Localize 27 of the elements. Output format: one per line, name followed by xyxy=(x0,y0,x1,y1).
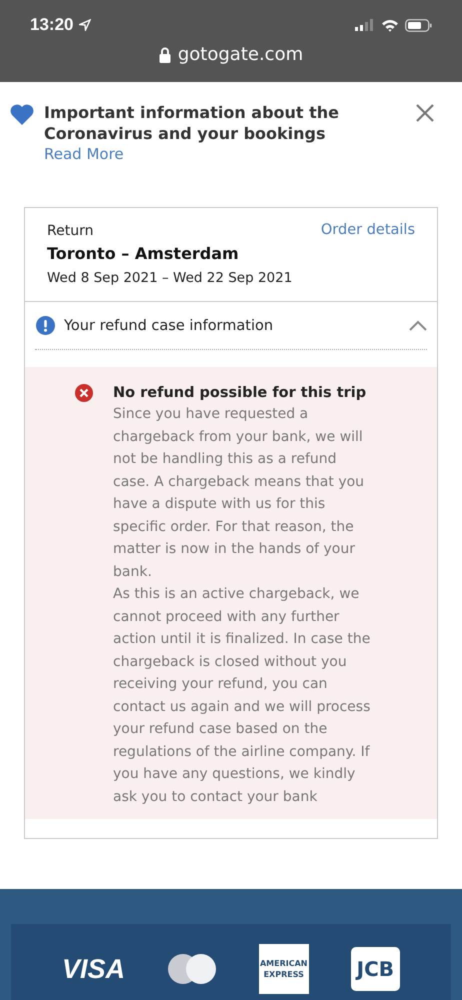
jcb-logo: JCB xyxy=(350,947,400,991)
mastercard-logo xyxy=(166,953,217,985)
url-text[interactable]: gotogate.com xyxy=(178,44,304,65)
error-icon xyxy=(75,384,93,402)
message-title: No refund possible for this trip xyxy=(113,384,368,403)
trip-type: Return xyxy=(47,222,94,241)
refund-section-header[interactable]: Your refund case information xyxy=(25,302,437,349)
visa-logo: VISA xyxy=(62,954,125,984)
heart-icon xyxy=(10,104,34,125)
read-more-link[interactable]: Read More xyxy=(44,145,124,163)
chevron-icon xyxy=(409,320,427,331)
close-icon[interactable] xyxy=(416,104,434,122)
trip-dates: Wed 8 Sep 2021 – Wed 22 Sep 2021 xyxy=(47,269,292,288)
amex-logo: AMERICAN EXPRESS xyxy=(258,944,309,994)
lock-icon xyxy=(158,46,171,62)
section-title: Your refund case information xyxy=(64,318,274,334)
signal-icon xyxy=(355,19,375,31)
order-details-link[interactable]: Order details xyxy=(320,222,415,238)
message-paragraph: Since you have requested a chargeback from your bank, we will not be handling this as a refund case. A chargeback means that you have a dispute with us for this specific order. For that reason, the matter is now in the hands of your bank. xyxy=(113,405,366,582)
route-text: Toronto – Amsterdam xyxy=(47,243,240,265)
clock-time: 13:20 xyxy=(30,15,74,35)
message-paragraph: As this is an active chargeback, we cannot proceed with any further action until it is finalized. In case the chargeback is closed without you receiving your refund, you can contact us again and we will process your refund case based on the regulations of the airline company. If you have any questions, we kindly ask you to contact your bank xyxy=(113,585,372,806)
notice-title: Important information about the Coronavirus and your bookings xyxy=(44,102,340,144)
wifi-icon xyxy=(381,18,399,32)
battery-icon xyxy=(405,18,432,32)
location-arrow-icon xyxy=(79,19,92,31)
info-icon xyxy=(36,316,55,335)
